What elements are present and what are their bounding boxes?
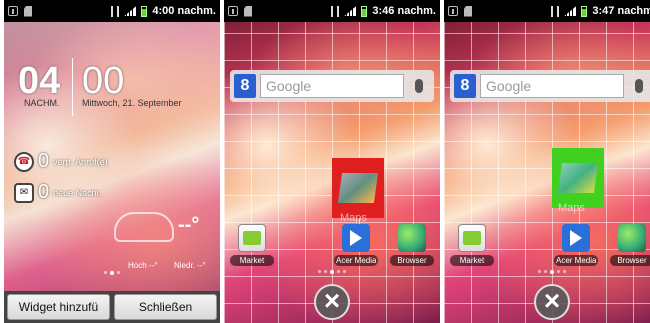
app-label: Browser	[610, 255, 650, 266]
page-indicator	[318, 270, 346, 274]
data-transfer-icon	[551, 5, 560, 17]
lock-button-bar: Widget hinzufü Schließen	[4, 291, 220, 323]
maps-icon	[337, 173, 379, 203]
app-label: Market	[230, 255, 274, 266]
status-bar: 3:46 nachm.	[224, 0, 440, 22]
weather-low: Niedr. --°	[174, 261, 206, 270]
search-input[interactable]: Google	[480, 74, 624, 98]
market-icon	[238, 224, 266, 252]
weather-high: Hoch --°	[128, 261, 158, 270]
lock-screen: 4:00 nachm. 04 00 NACHM. Mittwoch, 21. S…	[4, 0, 220, 323]
search-input[interactable]: Google	[260, 74, 404, 98]
google-search-widget[interactable]: 8 Google	[450, 70, 650, 102]
app-label: Acer Media	[554, 255, 598, 266]
messages-label: neue Nachr.	[53, 187, 102, 198]
status-bar: 4:00 nachm.	[4, 0, 220, 22]
usb-icon	[8, 6, 18, 16]
weather-cloud-icon	[114, 212, 174, 242]
app-label: Browser	[390, 255, 434, 266]
app-browser[interactable]: Browser	[390, 224, 434, 266]
maps-icon	[557, 163, 599, 193]
app-label: Market	[450, 255, 494, 266]
globe-icon	[618, 224, 646, 252]
google-logo-icon[interactable]: 8	[234, 74, 256, 98]
status-time: 3:47 nachm.	[592, 5, 650, 17]
add-widget-button[interactable]: Widget hinzufü	[7, 294, 110, 320]
battery-icon	[141, 5, 148, 17]
missed-call-icon: ☎	[14, 151, 34, 172]
app-acer-media[interactable]: Acer Media	[334, 224, 378, 266]
delete-icon[interactable]: ×	[534, 284, 570, 320]
google-search-widget[interactable]: 8 Google	[230, 70, 434, 102]
home-screen-drag-green: 3:47 nachm. 8 Google Maps Market Acer Me…	[444, 0, 650, 323]
clock-divider	[72, 58, 73, 116]
usb-icon	[448, 6, 458, 16]
maps-drag-target[interactable]	[552, 148, 604, 208]
clock-ampm: NACHM.	[24, 98, 60, 108]
sd-card-icon	[464, 5, 472, 17]
clock-minutes: 00	[82, 60, 125, 102]
data-transfer-icon	[331, 5, 340, 17]
messages-notification[interactable]: ✉ 0 neue Nachr.	[14, 181, 102, 204]
drop-grid	[444, 0, 650, 323]
app-market[interactable]: Market	[450, 224, 494, 266]
maps-drag-target[interactable]	[332, 158, 384, 218]
app-market[interactable]: Market	[230, 224, 274, 266]
sd-card-icon	[24, 5, 32, 17]
play-icon	[342, 224, 370, 252]
battery-icon	[581, 5, 588, 17]
status-time: 3:46 nachm.	[372, 5, 436, 17]
missed-calls-label: verp. Anruf(e)	[53, 156, 108, 167]
data-transfer-icon	[111, 5, 120, 17]
play-icon	[562, 224, 590, 252]
screenshot-stage: 4:00 nachm. 04 00 NACHM. Mittwoch, 21. S…	[0, 0, 650, 323]
clock-date: Mittwoch, 21. September	[82, 98, 182, 108]
maps-label: Maps	[558, 202, 585, 214]
battery-icon	[361, 5, 368, 17]
close-button[interactable]: Schließen	[114, 294, 217, 320]
maps-label: Maps	[340, 212, 367, 224]
app-label: Acer Media	[334, 255, 378, 266]
app-browser[interactable]: Browser	[610, 224, 650, 266]
message-icon: ✉	[14, 182, 34, 203]
weather-temp: --°	[178, 214, 200, 236]
microphone-icon[interactable]	[628, 74, 650, 98]
app-acer-media[interactable]: Acer Media	[554, 224, 598, 266]
page-indicator	[538, 270, 566, 274]
delete-icon[interactable]: ×	[314, 284, 350, 320]
signal-icon	[564, 6, 577, 16]
messages-count: 0	[38, 181, 50, 203]
usb-icon	[228, 6, 238, 16]
home-screen-drag-red: 3:46 nachm. 8 Google Maps Market Acer Me…	[224, 0, 440, 323]
page-indicator	[104, 271, 120, 275]
missed-calls-count: 0	[38, 150, 50, 172]
globe-icon	[398, 224, 426, 252]
sd-card-icon	[244, 5, 252, 17]
missed-calls-notification[interactable]: ☎ 0 verp. Anruf(e)	[14, 150, 108, 173]
signal-icon	[124, 6, 137, 16]
status-time: 4:00 nachm.	[152, 5, 216, 17]
google-logo-icon[interactable]: 8	[454, 74, 476, 98]
status-bar: 3:47 nachm.	[444, 0, 650, 22]
microphone-icon[interactable]	[408, 74, 430, 98]
market-icon	[458, 224, 486, 252]
signal-icon	[344, 6, 357, 16]
clock-hours: 04	[18, 60, 61, 102]
